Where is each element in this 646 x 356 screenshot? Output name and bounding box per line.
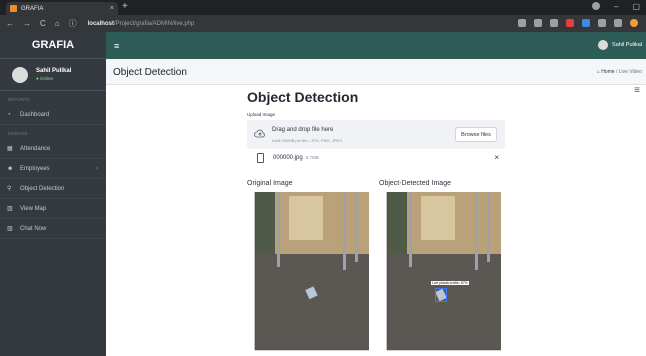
url-path: /Project/grafia/ADMIN/live.php [113, 20, 195, 27]
sidebar-item-label: Dashboard [20, 111, 50, 118]
topnav-user-menu[interactable]: Sahil Pulikal [598, 40, 642, 50]
chevron-left-icon: ‹ [96, 165, 98, 172]
detection-bounding-box [435, 288, 447, 302]
detected-image-caption: Object-Detected Image [379, 180, 451, 187]
map-pin-icon: ⚲ [7, 186, 12, 192]
url-host: localhost [87, 20, 114, 27]
app-title: Object Detection [247, 89, 359, 105]
dropzone-limit: Limit 200MB per file • JPG, PNG, JPEG [272, 138, 343, 143]
top-navbar: ≡ Sahil Pulikal [106, 32, 646, 59]
chart-icon: ▥ [7, 226, 13, 232]
sidebar-item-label: Chat Now [20, 225, 47, 232]
window-controls: – ▢ [591, 2, 640, 11]
uploaded-file-row: 000000.jpg 5.7MB × [247, 153, 505, 167]
breadcrumb-separator: / [615, 69, 618, 75]
star-icon[interactable] [550, 19, 558, 27]
address-bar: ← → C ⌂ ⓘ localhost/Project/grafia/ADMIN… [0, 15, 646, 32]
sidebar: GRAFIA Sahil Pulikal ● Online REPORTS ◔ … [0, 32, 106, 356]
chart-icon: ▥ [7, 206, 13, 212]
breadcrumb-current: Live Video [618, 69, 642, 75]
sidebar-item-dashboard[interactable]: ◔ Dashboard [0, 105, 106, 125]
page-title: Object Detection [113, 67, 187, 78]
sidebar-item-label: Attendance [20, 145, 51, 152]
favicon-icon [10, 5, 17, 12]
original-image-caption: Original Image [247, 180, 293, 187]
browser-tab-strip: GRAFIA × + – ▢ [0, 0, 646, 15]
sidebar-item-employees[interactable]: ☻ Employees ‹ [0, 159, 106, 179]
original-image [247, 192, 371, 356]
profile-icon[interactable] [591, 2, 600, 10]
sidebar-item-view-map[interactable]: ▥ View Map [0, 199, 106, 219]
translate-icon[interactable] [534, 19, 542, 27]
content-header: Object Detection ⌂ Home / Live Video [106, 59, 646, 85]
browser-tab[interactable]: GRAFIA × [6, 2, 118, 15]
share-icon[interactable] [518, 19, 526, 27]
url-field[interactable]: localhost/Project/grafia/ADMIN/live.php [88, 21, 195, 27]
tab-title: GRAFIA [21, 5, 44, 12]
avatar [598, 40, 609, 50]
dashboard-icon: ◔ [7, 111, 11, 118]
breadcrumb-home-link[interactable]: ⌂ Home [597, 69, 615, 75]
original-image-panel: Original Image [247, 180, 371, 356]
forward-button[interactable]: → [23, 19, 31, 28]
back-button[interactable]: ← [6, 19, 14, 28]
sidebar-item-label: Employees [20, 165, 50, 172]
breadcrumb: ⌂ Home / Live Video [597, 69, 642, 75]
minimize-button[interactable]: – [614, 2, 618, 11]
new-tab-button[interactable]: + [122, 1, 128, 12]
tab-close-icon[interactable]: × [110, 5, 114, 12]
home-button[interactable]: ⌂ [55, 19, 60, 28]
sidebar-item-object-detection[interactable]: ⚲ Object Detection [0, 179, 106, 199]
menu-toggle-icon[interactable]: ≡ [114, 41, 119, 51]
brand-logo[interactable]: GRAFIA [0, 32, 106, 59]
dropzone-text: Drag and drop file here [272, 127, 334, 133]
user-name: Sahil Pulikal [36, 68, 72, 74]
file-size: 5.7MB [305, 155, 319, 160]
app-menu-icon[interactable]: ≡ [634, 85, 640, 96]
upload-label: Upload Image [247, 112, 276, 117]
file-icon [257, 153, 264, 163]
browse-files-button[interactable]: Browse files [455, 127, 497, 142]
topnav-user-name: Sahil Pulikal [612, 42, 642, 48]
sidebar-item-label: Object Detection [20, 185, 65, 192]
detected-image: Live plastic bottle: 87% [379, 192, 503, 356]
remove-file-button[interactable]: × [494, 153, 499, 162]
extension-icons [518, 19, 638, 27]
extension-blue-icon[interactable] [582, 19, 590, 27]
profile-avatar-icon[interactable] [630, 19, 638, 27]
section-header-manage: MANAGE [8, 131, 28, 136]
cloud-upload-icon [254, 129, 265, 138]
sidebar-item-chat-now[interactable]: ▥ Chat Now [0, 219, 106, 239]
detected-image-panel: Object-Detected Image Live plastic bottl… [379, 180, 503, 356]
user-status: ● Online [36, 76, 53, 81]
sidebar-item-attendance[interactable]: ▦ Attendance [0, 139, 106, 159]
reload-button[interactable]: C [40, 19, 46, 28]
extension-red-icon[interactable] [566, 19, 574, 27]
users-icon: ☻ [7, 165, 14, 172]
extension-icon[interactable] [598, 19, 606, 27]
site-info-icon[interactable]: ⓘ [69, 18, 77, 29]
main-content: Object Detection ≡ Upload Image Drag and… [106, 85, 646, 356]
sidebar-item-label: View Map [20, 205, 47, 212]
calendar-icon: ▦ [7, 146, 13, 152]
file-dropzone[interactable]: Drag and drop file here Limit 200MB per … [247, 120, 505, 149]
maximize-button[interactable]: ▢ [632, 2, 640, 11]
detection-label: Live plastic bottle: 87% [431, 281, 469, 285]
section-header-reports: REPORTS [8, 97, 30, 102]
avatar [12, 66, 28, 83]
file-name: 000000.jpg 5.7MB [273, 155, 319, 161]
puzzle-icon[interactable] [614, 19, 622, 27]
sidebar-user-panel[interactable]: Sahil Pulikal ● Online [0, 59, 106, 91]
